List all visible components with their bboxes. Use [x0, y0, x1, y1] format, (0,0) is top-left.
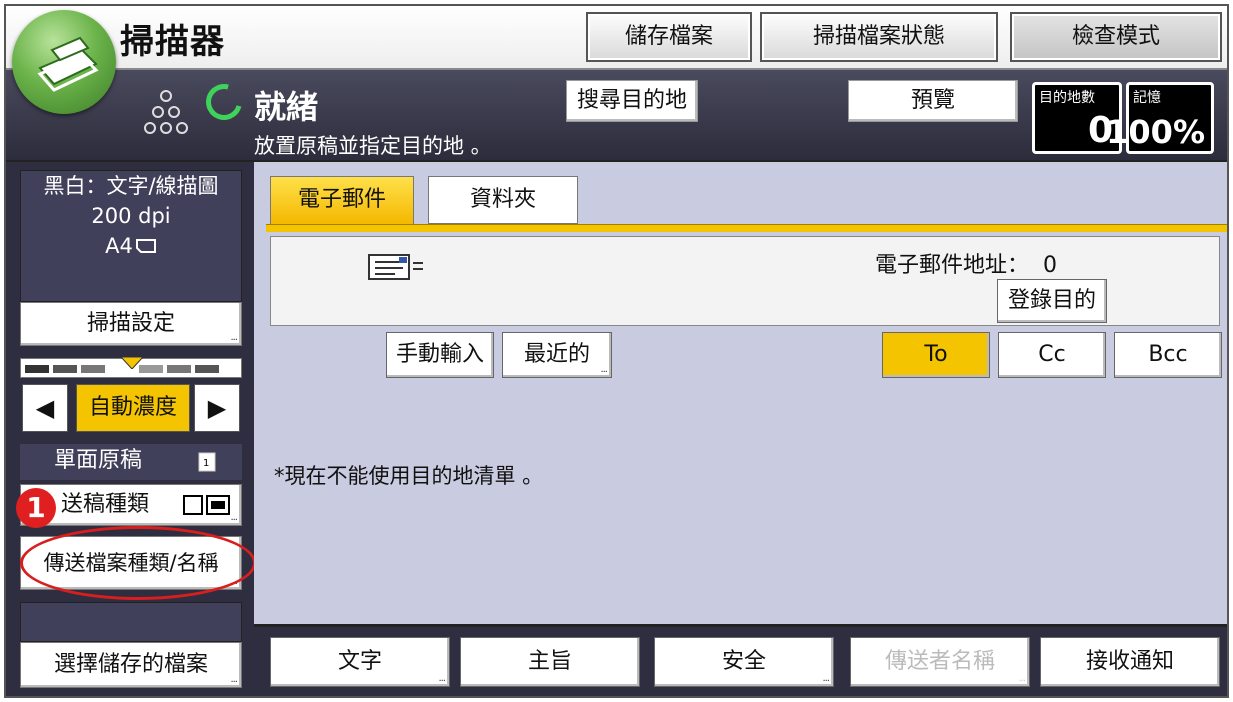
memory-label: 記憶 [1133, 90, 1161, 106]
status-bar: 就緒 放置原稿並指定目的地 。 搜尋目的地 預覽 目的地數 0 記憶 100% [6, 70, 1227, 162]
cc-button[interactable]: Cc [998, 332, 1106, 378]
scanner-screen: 掃描器 儲存檔案 掃描檔案狀態 檢查模式 就緒 放置原稿並指定目的地 。 搜尋目… [4, 4, 1229, 698]
status-message: 放置原稿並指定目的地 。 [254, 134, 492, 158]
to-button[interactable]: To [882, 332, 990, 378]
left-panel: 黑白：文字/線描圖 200 dpi A4 掃描設定... ◀ 自動濃度 ▶ 單面… [6, 162, 256, 696]
sender-name-button[interactable]: 傳送者名稱... [850, 637, 1030, 687]
density-scale [20, 357, 242, 378]
save-file-button[interactable]: 儲存檔案 [586, 12, 752, 62]
scan-settings-button[interactable]: 掃描設定... [20, 302, 242, 346]
svg-text:1: 1 [203, 458, 209, 469]
title-bar: 掃描器 儲存檔案 掃描檔案狀態 檢查模式 [6, 6, 1227, 70]
bcc-button[interactable]: Bcc [1114, 332, 1222, 378]
recent-button[interactable]: 最近的... [502, 332, 612, 378]
scan-file-status-button[interactable]: 掃描檔案狀態 [760, 12, 998, 62]
scan-mode: 黑白：文字/線描圖 [43, 174, 219, 198]
density-increase-button[interactable]: ▶ [194, 384, 240, 432]
auto-density-button[interactable]: 自動濃度 [76, 384, 190, 432]
step-badge: 1 [16, 488, 56, 528]
landscape-orientation-icon [135, 239, 156, 253]
destination-area: 電子郵件 資料夾 電子郵件地址： 0 登錄目的 手動輸入 最近的 ... To … [254, 162, 1227, 624]
register-destination-button[interactable]: 登錄目的 [997, 279, 1107, 323]
destination-count-label: 目的地數 [1039, 90, 1095, 106]
destination-box: 電子郵件地址： 0 登錄目的 [270, 236, 1220, 326]
scan-resolution: 200 dpi [91, 204, 171, 228]
tab-folder[interactable]: 資料夾 [428, 176, 578, 224]
email-address-count-label: 電子郵件地址： 0 [875, 253, 1058, 278]
notice-text: *現在不能使用目的地清單 。 [274, 464, 544, 488]
simplex-icon: 1 [198, 452, 216, 472]
security-button[interactable]: 安全... [654, 637, 834, 687]
app-title: 掃描器 [120, 22, 225, 62]
scanner-logo-icon [12, 10, 116, 114]
simplex-original-label: 單面原稿 1 [20, 444, 242, 480]
scan-info-display: 黑白：文字/線描圖 200 dpi A4 [20, 170, 242, 302]
select-stored-file-button[interactable]: 選擇儲存的檔案... [20, 642, 242, 688]
status-title: 就緒 [254, 88, 319, 126]
memory-counter: 記憶 100% [1106, 82, 1214, 154]
bottom-bar: 文字... 主旨 安全... 傳送者名稱... 接收通知 [254, 624, 1227, 696]
receive-notice-button[interactable]: 接收通知 [1040, 637, 1220, 687]
manual-input-button[interactable]: 手動輸入 [386, 332, 494, 378]
text-button[interactable]: 文字... [270, 637, 450, 687]
preview-button[interactable]: 預覽 [848, 80, 1018, 122]
ready-spinner-icon [199, 77, 249, 127]
tab-email[interactable]: 電子郵件 [270, 176, 414, 224]
empty-slot [20, 602, 242, 642]
density-marker-icon [121, 357, 143, 369]
memory-value: 100% [1106, 113, 1205, 151]
subject-button[interactable]: 主旨 [460, 637, 640, 687]
tab-underline [266, 224, 1227, 232]
email-address-count: 0 [1043, 253, 1058, 278]
search-destination-button[interactable]: 搜尋目的地 [566, 80, 698, 122]
feed-type-icon [183, 495, 230, 515]
email-icon [367, 249, 427, 287]
density-decrease-button[interactable]: ◀ [22, 384, 68, 432]
machine-icon [136, 88, 196, 146]
send-file-type-name-button[interactable]: 傳送檔案種類/名稱... [20, 536, 242, 590]
scan-paper-size: A4 [21, 231, 241, 261]
check-mode-button[interactable]: 檢查模式 [1010, 12, 1222, 62]
